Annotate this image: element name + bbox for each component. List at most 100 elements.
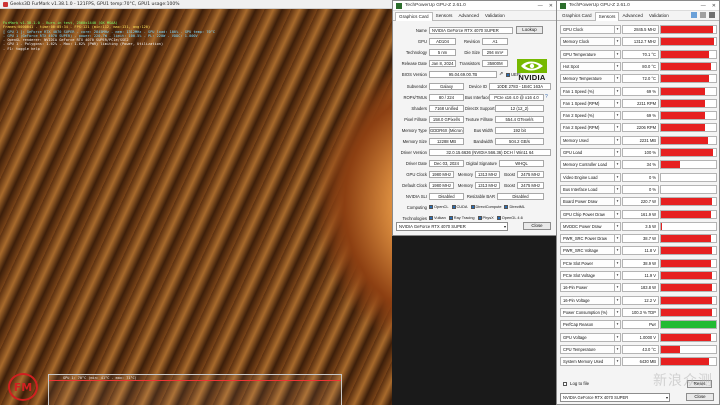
chevron-down-icon[interactable]: ▾ (615, 246, 621, 256)
sensor-name[interactable]: Video Engine Load (560, 172, 615, 182)
chevron-down-icon[interactable]: ▾ (615, 86, 621, 96)
sensor-name[interactable]: Hot Spot (560, 61, 615, 71)
chevron-down-icon[interactable]: ▾ (615, 111, 621, 121)
close-button[interactable]: Close (686, 393, 714, 401)
sensor-name[interactable]: Memory Temperature (560, 74, 615, 84)
technology-label: Technology (405, 50, 427, 55)
close-button[interactable]: Close (523, 222, 551, 230)
sensor-name[interactable]: Memory Clock (560, 37, 615, 47)
row-gpu: GPU AD104 Revision A1 (393, 37, 556, 46)
chevron-down-icon[interactable]: ▾ (615, 357, 621, 367)
chevron-down-icon[interactable]: ▾ (615, 295, 621, 305)
sensor-name[interactable]: Power Consumption (%) (560, 307, 615, 317)
chevron-down-icon[interactable]: ▾ (615, 307, 621, 317)
feature-label: OpenCL (434, 204, 449, 209)
resizable-bar-value: Disabled (497, 193, 544, 200)
sensor-name[interactable]: GPU Temperature (560, 49, 615, 59)
chevron-down-icon[interactable]: ▾ (615, 209, 621, 219)
chevron-down-icon[interactable]: ▾ (615, 258, 621, 268)
row-name: Name NVIDIA GeForce RTX 4070 SUPER Looku… (393, 26, 556, 35)
bus-info-icon[interactable]: ? (545, 94, 548, 100)
chevron-down-icon[interactable]: ▾ (615, 184, 621, 194)
minimize-icon[interactable]: — (701, 3, 706, 9)
gpu-select-dropdown[interactable]: NVIDIA GeForce RTX 4070 SUPER ▾ (560, 393, 670, 402)
rops-tmus-value: 80 / 224 (429, 94, 464, 101)
technologies-list: Vulkan Ray Tracing PhysX OpenGL 4.6 (429, 215, 523, 220)
lookup-button[interactable]: Lookup (516, 26, 543, 34)
tab-advanced[interactable]: Advanced (619, 12, 645, 20)
sensor-name[interactable]: PCIe Slot Power (560, 258, 615, 268)
sensor-graph-fill (661, 296, 713, 304)
log-to-file-checkbox[interactable]: Log to file (563, 381, 589, 386)
sensor-name[interactable]: Fan 2 Speed (%) (560, 111, 615, 121)
tab-graphics-card[interactable]: Graphics Card (395, 12, 433, 21)
nvidia-logo: NVIDIA (510, 56, 554, 84)
sensor-name[interactable]: Memory Used (560, 135, 615, 145)
sensor-name[interactable]: PCIe Slot Voltage (560, 271, 615, 280)
chevron-down-icon[interactable]: ▾ (615, 98, 621, 108)
transistors-label: Transistors (459, 61, 480, 66)
menu-icon[interactable] (709, 12, 715, 18)
sensor-name[interactable]: GPU Voltage (560, 332, 615, 342)
close-icon[interactable]: ✕ (549, 3, 553, 9)
chevron-down-icon[interactable]: ▾ (615, 332, 621, 342)
sensor-name[interactable]: PWR_SRC Voltage (560, 246, 615, 256)
sensor-name[interactable]: 16-Pin Power (560, 283, 615, 293)
chevron-down-icon[interactable]: ▾ (615, 160, 621, 170)
sensor-name[interactable]: MVDDC Power Draw (560, 221, 615, 231)
screenshot-icon[interactable] (691, 12, 697, 18)
sensor-graph (660, 283, 717, 293)
minimize-icon[interactable]: — (538, 3, 543, 9)
sensor-name[interactable]: GPU Chip Power Draw (560, 209, 615, 219)
chevron-down-icon[interactable]: ▾ (615, 271, 621, 280)
chevron-down-icon[interactable]: ▾ (615, 37, 621, 47)
tab-graphics-card[interactable]: Graphics Card (559, 12, 595, 20)
chevron-down-icon[interactable]: ▾ (615, 148, 621, 157)
sensor-graph (660, 160, 717, 170)
sensor-graph-fill (661, 198, 712, 206)
gpuz1-titlebar[interactable]: TechPowerUp GPU-Z 2.61.0 — ✕ (393, 1, 556, 11)
chevron-down-icon[interactable]: ▾ (615, 74, 621, 84)
chevron-down-icon[interactable]: ▾ (615, 25, 621, 34)
chevron-down-icon[interactable]: ▾ (615, 49, 621, 59)
chevron-down-icon[interactable]: ▾ (615, 172, 621, 182)
sensor-name[interactable]: PerfCap Reason (560, 320, 615, 330)
sensor-name[interactable]: GPU Load (560, 148, 615, 157)
sensor-name[interactable]: GPU Clock (560, 25, 615, 34)
tab-sensors[interactable]: Sensors (433, 12, 456, 20)
tab-validation[interactable]: Validation (646, 12, 672, 20)
tab-advanced[interactable]: Advanced (455, 12, 481, 20)
sensor-name[interactable]: Fan 2 Speed (RPM) (560, 123, 615, 133)
gpuz2-titlebar[interactable]: TechPowerUp GPU-Z 2.61.0 — ✕ (557, 1, 719, 11)
chevron-down-icon[interactable]: ▾ (615, 320, 621, 330)
tab-validation[interactable]: Validation (482, 12, 508, 20)
chevron-down-icon[interactable]: ▾ (615, 197, 621, 207)
refresh-icon[interactable] (700, 12, 706, 18)
gpu-select-dropdown[interactable]: NVIDIA GeForce RTX 4070 SUPER ▾ (396, 222, 508, 231)
revision-value: A1 (482, 38, 508, 45)
chevron-down-icon[interactable]: ▾ (615, 123, 621, 133)
bios-save-icon[interactable]: ⇗ (499, 71, 503, 77)
chevron-down-icon[interactable]: ▾ (615, 344, 621, 354)
sensor-name[interactable]: PWR_SRC Power Draw (560, 234, 615, 244)
sensor-name[interactable]: 16-Pin Voltage (560, 295, 615, 305)
chevron-down-icon[interactable]: ▾ (615, 61, 621, 71)
tab-sensors[interactable]: Sensors (594, 12, 620, 21)
chevron-down-icon[interactable]: ▾ (615, 135, 621, 145)
sensor-name[interactable]: Fan 1 Speed (%) (560, 86, 615, 96)
sensor-row: System Memory Used ▾ 6430 MB (560, 356, 717, 367)
sensor-name[interactable]: Memory Controller Load (560, 160, 615, 170)
chevron-down-icon[interactable]: ▾ (615, 234, 621, 244)
sensor-value: 34 % (622, 160, 659, 170)
sensor-name[interactable]: Bus Interface Load (560, 184, 615, 194)
sensor-row: GPU Temperature ▾ 70.1 °C (560, 49, 717, 60)
sensor-name[interactable]: CPU Temperature (560, 344, 615, 354)
furmark-titlebar[interactable]: Geeks3D FurMark v1.38.1.0 - 121FPS, GPU1… (0, 0, 392, 9)
chevron-down-icon[interactable]: ▾ (615, 221, 621, 231)
chevron-down-icon[interactable]: ▾ (615, 283, 621, 293)
sensor-name[interactable]: Board Power Draw (560, 197, 615, 207)
close-icon[interactable]: ✕ (712, 3, 716, 9)
sensor-name[interactable]: System Memory Used (560, 357, 615, 367)
bandwidth-label: Bandwidth (473, 139, 493, 144)
sensor-name[interactable]: Fan 1 Speed (RPM) (560, 98, 615, 108)
